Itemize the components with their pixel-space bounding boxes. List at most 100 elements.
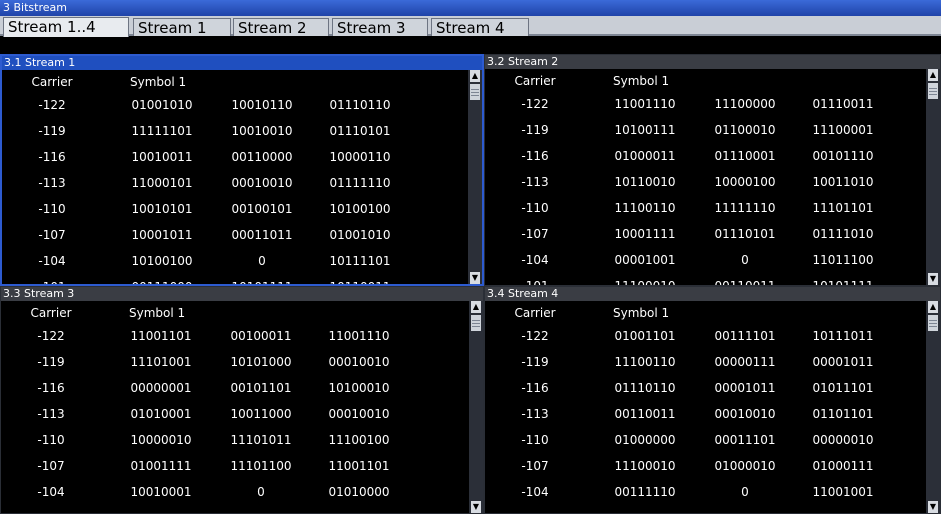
bitstream-table: Carrier Symbol 1 -122 01001101 00111101 10111… (485, 301, 924, 513)
table-row: -116 01110110 00001011 01011101 (485, 376, 924, 400)
table-row: -101 00111000 10101111 10110011 (2, 275, 466, 284)
carrier-cell: -101 (485, 506, 585, 513)
symbol-value-cell: 00101101 (221, 506, 301, 513)
symbol-value-cell: 00110011 (705, 274, 785, 285)
symbol-value-cell: 10000100 (714, 175, 776, 189)
symbol-value-cell: 01010011 (319, 506, 399, 513)
symbol-value-cell: 01010001 (130, 407, 192, 421)
scroll-up-icon[interactable]: ▲ (470, 70, 480, 82)
symbol-value-cell: 10100010 (328, 381, 390, 395)
tab-stream-3[interactable]: Stream 3 (332, 18, 428, 37)
table-row: -122 01001101 00111101 10111011 (485, 324, 924, 348)
carrier-cell: -101 (485, 274, 585, 285)
carrier-cell: -113 (37, 407, 65, 421)
table-row: -116 01000011 01110001 00101110 (485, 144, 924, 168)
stream-panel-2[interactable]: 3.2 Stream 2 Carrier Symbol 1 -122 11001110 1… (484, 54, 941, 286)
carrier-cell: -116 (521, 149, 549, 163)
symbol-value-cell: 00110011 (614, 407, 676, 421)
table-header: Carrier Symbol 1 (1, 301, 467, 325)
grip-line-icon (472, 323, 480, 324)
scroll-thumb[interactable] (471, 315, 481, 331)
scroll-down-icon[interactable]: ▼ (471, 501, 481, 513)
symbol-value-cell: 00111110 (614, 485, 676, 499)
table-row: -110 11100110 11111110 11101101 (485, 196, 924, 220)
symbol-value-cell: 11101011 (230, 433, 292, 447)
tab-stream-1[interactable]: Stream 1 (133, 18, 231, 37)
symbol-value-cell: 11100010 (605, 274, 685, 285)
symbol-value-cell: 10110011 (320, 275, 400, 284)
grip-line-icon (472, 326, 480, 327)
carrier-cell: -122 (37, 329, 65, 343)
table-row: -119 11101001 10101000 00010010 (1, 350, 467, 374)
table-row: -119 10100111 01100010 11100001 (485, 118, 924, 142)
carrier-column-header: Carrier (514, 306, 556, 320)
tab-stream-4[interactable]: Stream 4 (431, 18, 529, 37)
grip-line-icon (929, 326, 937, 327)
symbol-value-cell: 10110010 (614, 175, 676, 189)
panel-title: 3.3 Stream 3 (1, 287, 483, 301)
symbol-value-cell: 01000011 (614, 149, 676, 163)
scroll-up-icon[interactable]: ▲ (928, 301, 938, 313)
symbol-value-cell: 01110011 (812, 97, 874, 111)
symbol-value-cell: 10101111 (222, 275, 302, 284)
grip-line-icon (472, 320, 480, 321)
scroll-down-icon[interactable]: ▼ (470, 272, 480, 284)
carrier-cell: -107 (521, 459, 549, 473)
vertical-scrollbar[interactable]: ▲ ▼ (469, 301, 483, 513)
symbol-value-cell: 01001111 (605, 506, 685, 513)
symbol-value-cell: 00010010 (328, 407, 390, 421)
carrier-cell: -104 (38, 254, 66, 268)
panel-title: 3.4 Stream 4 (485, 287, 940, 301)
symbol-value-cell: 10011010 (812, 175, 874, 189)
symbol-value-cell: 01110110 (614, 381, 676, 395)
symbol-value-cell: 11101101 (812, 201, 874, 215)
carrier-cell: -107 (38, 228, 66, 242)
table-row: -101 01001111 11001101 01001101 (485, 506, 924, 513)
carrier-cell: -107 (521, 227, 549, 241)
table-row: -113 11000101 00010010 01111110 (2, 171, 466, 195)
table-row: -107 10001111 01110101 01111010 (485, 222, 924, 246)
tab-stream-1-4[interactable]: Stream 1..4 (3, 17, 129, 37)
vertical-scrollbar[interactable]: ▲ ▼ (468, 70, 482, 284)
scroll-thumb[interactable] (928, 315, 938, 331)
scroll-down-icon[interactable]: ▼ (928, 501, 938, 513)
grip-line-icon (471, 89, 479, 90)
symbol-value-cell: 01001101 (803, 506, 883, 513)
symbol-value-cell: 10010001 (130, 485, 192, 499)
symbol-value-cell: 00111000 (122, 275, 202, 284)
symbol-value-cell: 10100111 (614, 123, 676, 137)
table-row: -113 00110011 00010010 01101101 (485, 402, 924, 426)
symbol-value-cell: 0 (741, 253, 749, 267)
table-row: -113 10110010 10000100 10011010 (485, 170, 924, 194)
symbol-value-cell: 00000010 (812, 433, 874, 447)
stream-panel-3[interactable]: 3.3 Stream 3 Carrier Symbol 1 -122 11001101 0… (0, 286, 484, 514)
symbol-value-cell: 00101110 (812, 149, 874, 163)
tab-stream-2[interactable]: Stream 2 (233, 18, 329, 37)
grip-line-icon (471, 92, 479, 93)
symbol-value-cell: 00000111 (121, 506, 201, 513)
symbol-value-cell: 01110101 (714, 227, 776, 241)
carrier-cell: -110 (521, 201, 549, 215)
carrier-cell: -113 (521, 407, 549, 421)
table-row: -116 10010011 00110000 10000110 (2, 145, 466, 169)
symbol-value-cell: 11100110 (614, 355, 676, 369)
carrier-cell: -113 (521, 175, 549, 189)
symbol-value-cell: 11001101 (130, 329, 192, 343)
symbol-value-cell: 10000110 (329, 150, 391, 164)
carrier-cell: -104 (521, 485, 549, 499)
scroll-up-icon[interactable]: ▲ (471, 301, 481, 313)
symbol-value-cell: 10101000 (230, 355, 292, 369)
scroll-up-icon[interactable]: ▲ (928, 69, 938, 81)
vertical-scrollbar[interactable]: ▲ ▼ (926, 301, 940, 513)
vertical-scrollbar[interactable]: ▲ ▼ (926, 69, 940, 285)
table-row: -104 10100100 0 10111101 (2, 249, 466, 273)
table-row: -122 11001101 00100011 11001110 (1, 324, 467, 348)
carrier-cell: -101 (1, 506, 101, 513)
symbol-value-cell: 00010010 (328, 355, 390, 369)
stream-panel-4[interactable]: 3.4 Stream 4 Carrier Symbol 1 -122 01001101 0… (484, 286, 941, 514)
stream-panel-1[interactable]: 3.1 Stream 1 Carrier Symbol 1 -122 01001010 1… (0, 54, 484, 286)
scroll-thumb[interactable] (928, 83, 938, 99)
scroll-down-icon[interactable]: ▼ (928, 273, 938, 285)
scroll-thumb[interactable] (470, 84, 480, 100)
symbol-value-cell: 10100100 (329, 202, 391, 216)
